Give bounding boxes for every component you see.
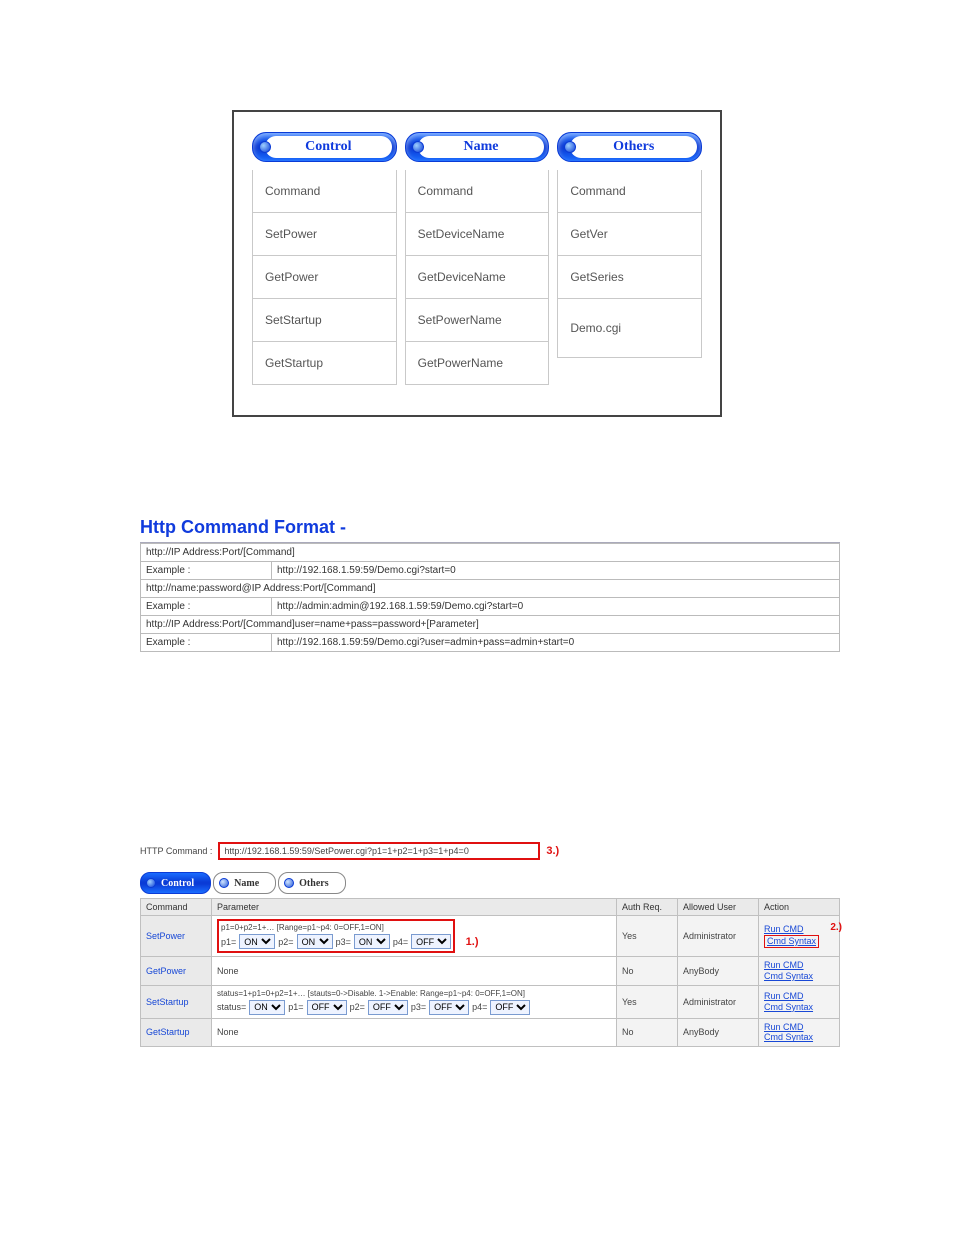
fmt-row-3-value: http://admin:admin@192.168.1.59:59/Demo.… <box>272 598 840 616</box>
row-setstartup-cmd: SetStartup <box>141 985 212 1018</box>
command-grid: Command Parameter Auth Req. Allowed User… <box>140 898 840 1047</box>
row-getstartup-user: AnyBody <box>678 1018 759 1047</box>
fmt-row-1-label: Example : <box>141 562 272 580</box>
control-grid-section: HTTP Command : http://192.168.1.59:59/Se… <box>140 842 840 1047</box>
cell-setstartup: SetStartup <box>252 299 397 342</box>
fmt-row-0: http://IP Address:Port/[Command] <box>141 544 840 562</box>
sel-status[interactable]: ON <box>249 1000 285 1015</box>
tab-others[interactable]: Others <box>278 872 345 894</box>
row-getpower-action: Run CMD Cmd Syntax <box>759 957 840 986</box>
row-setstartup-user: Administrator <box>678 985 759 1018</box>
hdr-user: Allowed User <box>678 899 759 916</box>
row-setstartup-action: Run CMD Cmd Syntax <box>759 985 840 1018</box>
row-getstartup-param: None <box>212 1018 617 1047</box>
http-command-label: HTTP Command : <box>140 846 212 856</box>
link-run-cmd-2[interactable]: Run CMD <box>764 991 834 1002</box>
cell-getpower: GetPower <box>252 256 397 299</box>
column-others: Others Command GetVer GetSeries Demo.cgi <box>557 132 702 385</box>
row-setpower-action: Run CMD Cmd Syntax 2.) <box>759 916 840 957</box>
sel-p1[interactable]: ON <box>239 934 275 949</box>
sel-p4[interactable]: OFF <box>411 934 451 949</box>
http-command-format-section: Http Command Format - http://IP Address:… <box>140 517 840 652</box>
row-setpower-user: Administrator <box>678 916 759 957</box>
row-setpower-param: p1=0+p2=1+… [Range=p1~p4: 0=OFF,1=ON] p1… <box>212 916 617 957</box>
http-url-box[interactable]: http://192.168.1.59:59/SetPower.cgi?p1=1… <box>218 842 540 860</box>
sel-s-p2[interactable]: OFF <box>368 1000 408 1015</box>
row-getpower: GetPower None No AnyBody Run CMD Cmd Syn… <box>141 957 840 986</box>
annotation-3: 3.) <box>546 845 559 857</box>
http-format-title: Http Command Format - <box>140 517 840 543</box>
fmt-row-5-value: http://192.168.1.59:59/Demo.cgi?user=adm… <box>272 634 840 652</box>
sel-s-p1[interactable]: OFF <box>307 1000 347 1015</box>
pill-others-label: Others <box>613 139 654 155</box>
link-cmd-syntax-3[interactable]: Cmd Syntax <box>764 1032 834 1043</box>
annotation-2: 2.) <box>830 922 842 933</box>
cell-name-header: Command <box>405 170 550 213</box>
link-run-cmd-0[interactable]: Run CMD <box>764 924 834 935</box>
cell-getver: GetVer <box>557 213 702 256</box>
fmt-row-5-label: Example : <box>141 634 272 652</box>
command-category-panel: Control Command SetPower GetPower SetSta… <box>232 110 722 417</box>
cell-getstartup: GetStartup <box>252 342 397 385</box>
column-control: Control Command SetPower GetPower SetSta… <box>252 132 397 385</box>
annotation-1: 1.) <box>466 936 479 948</box>
cell-setpowername: SetPowerName <box>405 299 550 342</box>
pill-others: Others <box>557 132 702 162</box>
tab-row: Control Name Others <box>140 872 840 894</box>
link-run-cmd-3[interactable]: Run CMD <box>764 1022 834 1033</box>
row-getstartup-action: Run CMD Cmd Syntax <box>759 1018 840 1047</box>
hdr-parameter: Parameter <box>212 899 617 916</box>
cell-control-header: Command <box>252 170 397 213</box>
tab-name[interactable]: Name <box>213 872 276 894</box>
row-getstartup-cmd: GetStartup <box>141 1018 212 1047</box>
hdr-auth: Auth Req. <box>617 899 678 916</box>
row-setstartup: SetStartup status=1+p1=0+p2=1+… [stauts=… <box>141 985 840 1018</box>
http-format-table: http://IP Address:Port/[Command] Example… <box>140 543 840 652</box>
row-setstartup-param: status=1+p1=0+p2=1+… [stauts=0->Disable.… <box>212 985 617 1018</box>
row-setpower-legend: p1=0+p2=1+… [Range=p1~p4: 0=OFF,1=ON] <box>221 923 451 932</box>
row-getpower-param: None <box>212 957 617 986</box>
row-setstartup-auth: Yes <box>617 985 678 1018</box>
cell-setpower: SetPower <box>252 213 397 256</box>
link-cmd-syntax-1[interactable]: Cmd Syntax <box>764 971 834 982</box>
cell-democgi: Demo.cgi <box>557 299 702 358</box>
row-getpower-cmd: GetPower <box>141 957 212 986</box>
row-getpower-auth: No <box>617 957 678 986</box>
cell-getdevicename: GetDeviceName <box>405 256 550 299</box>
sel-p2[interactable]: ON <box>297 934 333 949</box>
hdr-action: Action <box>759 899 840 916</box>
pill-name-label: Name <box>464 139 499 155</box>
row-getstartup-auth: No <box>617 1018 678 1047</box>
link-cmd-syntax-0[interactable]: Cmd Syntax <box>764 935 819 948</box>
row-getstartup: GetStartup None No AnyBody Run CMD Cmd S… <box>141 1018 840 1047</box>
row-setpower-auth: Yes <box>617 916 678 957</box>
fmt-row-4: http://IP Address:Port/[Command]user=nam… <box>141 616 840 634</box>
pill-name: Name <box>405 132 550 162</box>
sel-s-p3[interactable]: OFF <box>429 1000 469 1015</box>
sel-s-p4[interactable]: OFF <box>490 1000 530 1015</box>
sel-p3[interactable]: ON <box>354 934 390 949</box>
http-command-row: HTTP Command : http://192.168.1.59:59/Se… <box>140 842 840 860</box>
tab-control[interactable]: Control <box>140 872 211 894</box>
row-setpower: SetPower p1=0+p2=1+… [Range=p1~p4: 0=OFF… <box>141 916 840 957</box>
pill-control: Control <box>252 132 397 162</box>
fmt-row-3-label: Example : <box>141 598 272 616</box>
cell-getseries: GetSeries <box>557 256 702 299</box>
cell-others-header: Command <box>557 170 702 213</box>
row-setpower-cmd: SetPower <box>141 916 212 957</box>
row-getpower-user: AnyBody <box>678 957 759 986</box>
link-run-cmd-1[interactable]: Run CMD <box>764 960 834 971</box>
row-setstartup-legend: status=1+p1=0+p2=1+… [stauts=0->Disable.… <box>217 989 611 998</box>
cell-getpowername: GetPowerName <box>405 342 550 385</box>
pill-control-label: Control <box>305 139 351 155</box>
hdr-command: Command <box>141 899 212 916</box>
fmt-row-1-value: http://192.168.1.59:59/Demo.cgi?start=0 <box>272 562 840 580</box>
column-name: Name Command SetDeviceName GetDeviceName… <box>405 132 550 385</box>
link-cmd-syntax-2[interactable]: Cmd Syntax <box>764 1002 834 1013</box>
fmt-row-2: http://name:password@IP Address:Port/[Co… <box>141 580 840 598</box>
cell-setdevicename: SetDeviceName <box>405 213 550 256</box>
